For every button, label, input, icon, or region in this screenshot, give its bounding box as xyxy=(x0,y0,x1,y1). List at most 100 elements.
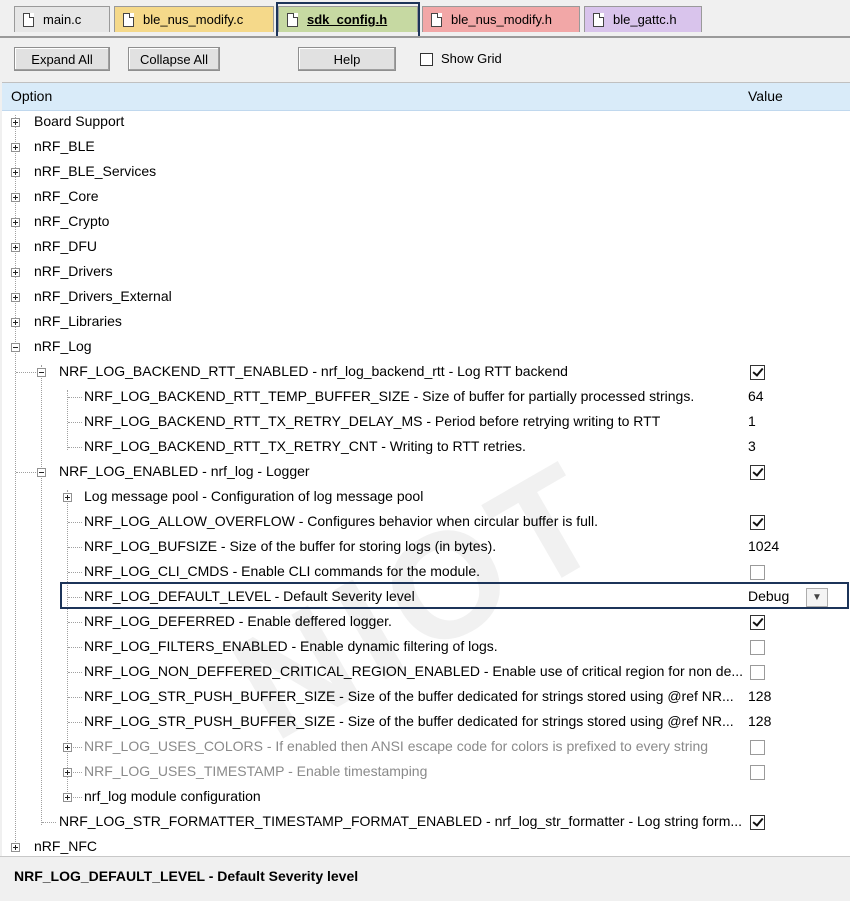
expand-icon[interactable] xyxy=(11,293,20,302)
tree-row-log-str-push-buffer-size[interactable]: NRF_LOG_STR_PUSH_BUFFER_SIZE - Size of t… xyxy=(2,710,850,735)
option-checkbox[interactable] xyxy=(750,640,765,655)
tree-row-nrf-ble[interactable]: nRF_BLE xyxy=(2,135,850,160)
tree-row-log-bufsize[interactable]: NRF_LOG_BUFSIZE - Size of the buffer for… xyxy=(2,535,850,560)
tree-row-log-enabled[interactable]: NRF_LOG_ENABLED - nrf_log - Logger xyxy=(2,460,850,485)
tree-row-log-uses-timestamp[interactable]: NRF_LOG_USES_TIMESTAMP - Enable timestam… xyxy=(2,760,850,785)
tree-line xyxy=(68,722,82,723)
tree-row-log-message-pool[interactable]: Log message pool - Configuration of log … xyxy=(2,485,850,510)
row-label: Log message pool - Configuration of log … xyxy=(84,488,424,504)
tree-line xyxy=(68,447,82,448)
tab-ble-nus-modify-c[interactable]: ble_nus_modify.c xyxy=(114,6,274,32)
tree-line xyxy=(68,672,82,673)
tree-line xyxy=(68,397,82,398)
tab-main-c[interactable]: main.c xyxy=(14,6,110,32)
expand-icon[interactable] xyxy=(63,493,72,502)
option-checkbox[interactable] xyxy=(750,615,765,630)
collapse-all-button[interactable]: Collapse All xyxy=(128,47,220,71)
row-label: NRF_LOG_DEFAULT_LEVEL - Default Severity… xyxy=(84,588,415,604)
option-checkbox[interactable] xyxy=(750,365,765,380)
option-checkbox[interactable] xyxy=(750,740,765,755)
expand-icon[interactable] xyxy=(11,118,20,127)
option-checkbox[interactable] xyxy=(750,765,765,780)
tree-row-nrf-libraries[interactable]: nRF_Libraries xyxy=(2,310,850,335)
expand-icon[interactable] xyxy=(11,218,20,227)
help-button[interactable]: Help xyxy=(298,47,396,71)
option-value[interactable]: 64 xyxy=(748,388,764,404)
tree-row-log-cli-cmds[interactable]: NRF_LOG_CLI_CMDS - Enable CLI commands f… xyxy=(2,560,850,585)
option-value[interactable]: 3 xyxy=(748,438,756,454)
expand-icon[interactable] xyxy=(63,793,72,802)
option-value[interactable]: 1 xyxy=(748,413,756,429)
tree-line xyxy=(68,697,82,698)
tree-line xyxy=(68,572,82,573)
tree-row-log-allow-overflow[interactable]: NRF_LOG_ALLOW_OVERFLOW - Configures beha… xyxy=(2,510,850,535)
tree-line xyxy=(68,647,82,648)
tree-row-log-module-configuration[interactable]: nrf_log module configuration xyxy=(2,785,850,810)
tree-row-log-deferred[interactable]: NRF_LOG_DEFERRED - Enable deffered logge… xyxy=(2,610,850,635)
column-header-value[interactable]: Value xyxy=(748,88,783,104)
expand-icon[interactable] xyxy=(11,268,20,277)
tree-row-nrf-drivers[interactable]: nRF_Drivers xyxy=(2,260,850,285)
option-checkbox[interactable] xyxy=(750,565,765,580)
tree-row-rtt-temp-buffer-size[interactable]: NRF_LOG_BACKEND_RTT_TEMP_BUFFER_SIZE - S… xyxy=(2,385,850,410)
expand-icon[interactable] xyxy=(11,843,20,852)
expand-icon[interactable] xyxy=(11,243,20,252)
option-checkbox[interactable] xyxy=(750,515,765,530)
option-checkbox[interactable] xyxy=(750,815,765,830)
row-label: nRF_Log xyxy=(34,338,92,354)
expand-icon[interactable] xyxy=(11,143,20,152)
tree-row-nrf-crypto[interactable]: nRF_Crypto xyxy=(2,210,850,235)
tree-row-nrf-ble-services[interactable]: nRF_BLE_Services xyxy=(2,160,850,185)
collapse-icon[interactable] xyxy=(11,343,20,352)
row-label: NRF_LOG_BUFSIZE - Size of the buffer for… xyxy=(84,538,497,554)
tree-row-nrf-dfu[interactable]: nRF_DFU xyxy=(2,235,850,260)
tree-row-log-critical-region[interactable]: NRF_LOG_NON_DEFFERED_CRITICAL_REGION_ENA… xyxy=(2,660,850,685)
row-label: NRF_LOG_BACKEND_RTT_TX_RETRY_DELAY_MS - … xyxy=(84,413,661,429)
tab-ble-nus-modify-h[interactable]: ble_nus_modify.h xyxy=(422,6,580,32)
tab-label: main.c xyxy=(43,12,82,27)
tree-row-nrf-core[interactable]: nRF_Core xyxy=(2,185,850,210)
table-header: Option Value xyxy=(2,83,850,111)
row-label: nRF_Core xyxy=(34,188,99,204)
tree-row-rtt-tx-retry-cnt[interactable]: NRF_LOG_BACKEND_RTT_TX_RETRY_CNT - Writi… xyxy=(2,435,850,460)
tree-row-log-str-formatter-timestamp[interactable]: NRF_LOG_STR_FORMATTER_TIMESTAMP_FORMAT_E… xyxy=(2,810,850,835)
collapse-icon[interactable] xyxy=(37,468,46,477)
row-label: nRF_Drivers_External xyxy=(34,288,172,304)
expand-all-button[interactable]: Expand All xyxy=(14,47,110,71)
expand-icon[interactable] xyxy=(11,168,20,177)
option-checkbox[interactable] xyxy=(750,665,765,680)
option-value[interactable]: 128 xyxy=(748,688,771,704)
row-label: NRF_LOG_STR_PUSH_BUFFER_SIZE - Size of t… xyxy=(84,688,734,704)
tree-row-log-backend-rtt-enabled[interactable]: NRF_LOG_BACKEND_RTT_ENABLED - nrf_log_ba… xyxy=(2,360,850,385)
tree-row-log-filters-enabled[interactable]: NRF_LOG_FILTERS_ENABLED - Enable dynamic… xyxy=(2,635,850,660)
show-grid-checkbox[interactable] xyxy=(420,53,433,66)
tree-row-log-default-level[interactable]: NRF_LOG_DEFAULT_LEVEL - Default Severity… xyxy=(2,585,850,610)
row-label: nRF_Crypto xyxy=(34,213,110,229)
severity-level-dropdown-value[interactable]: Debug xyxy=(748,588,789,604)
tab-ble-gattc-h[interactable]: ble_gattc.h xyxy=(584,6,702,32)
expand-icon[interactable] xyxy=(11,318,20,327)
row-label: NRF_LOG_ENABLED - nrf_log - Logger xyxy=(59,463,310,479)
row-label: NRF_LOG_BACKEND_RTT_TEMP_BUFFER_SIZE - S… xyxy=(84,388,695,404)
option-value[interactable]: 128 xyxy=(748,713,771,729)
tree-line xyxy=(73,797,82,798)
active-tab-highlight xyxy=(276,2,420,39)
option-checkbox[interactable] xyxy=(750,465,765,480)
tree-row-nrf-log[interactable]: nRF_Log xyxy=(2,335,850,360)
expand-icon[interactable] xyxy=(63,768,72,777)
column-header-option[interactable]: Option xyxy=(11,88,52,104)
chevron-down-icon[interactable]: ▼ xyxy=(806,588,828,607)
tree-row-rtt-tx-retry-delay[interactable]: NRF_LOG_BACKEND_RTT_TX_RETRY_DELAY_MS - … xyxy=(2,410,850,435)
tree-row-nrf-drivers-external[interactable]: nRF_Drivers_External xyxy=(2,285,850,310)
tree-row-log-str-push-buffer-size[interactable]: NRF_LOG_STR_PUSH_BUFFER_SIZE - Size of t… xyxy=(2,685,850,710)
document-icon xyxy=(431,12,442,27)
tree-row-board-support[interactable]: Board Support xyxy=(2,110,850,135)
row-label: nRF_BLE_Services xyxy=(34,163,157,179)
expand-icon[interactable] xyxy=(11,193,20,202)
collapse-icon[interactable] xyxy=(37,368,46,377)
option-value[interactable]: 1024 xyxy=(748,538,779,554)
tree-row-log-uses-colors[interactable]: NRF_LOG_USES_COLORS - If enabled then AN… xyxy=(2,735,850,760)
row-label: NRF_LOG_USES_TIMESTAMP - Enable timestam… xyxy=(84,763,428,779)
expand-icon[interactable] xyxy=(63,743,72,752)
tree-line xyxy=(16,372,36,373)
